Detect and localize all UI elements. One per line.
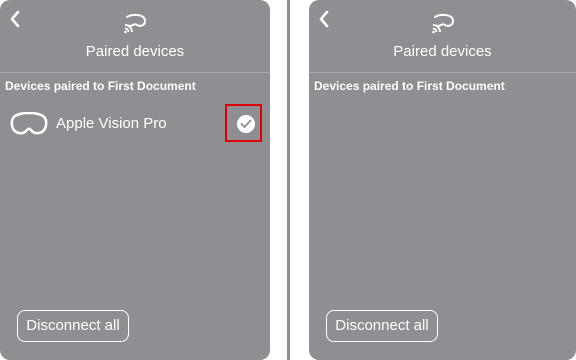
device-name: Apple Vision Pro [56,115,167,132]
disconnect-all-button[interactable]: Disconnect all [326,310,438,342]
screen-divider [287,0,290,360]
header-divider [309,72,576,73]
vision-cast-icon [431,13,454,34]
vision-pro-headset-icon [10,112,48,135]
section-label: Devices paired to First Document [5,79,196,93]
header-divider [0,72,270,73]
vision-cast-icon [124,13,147,34]
back-button[interactable] [316,9,334,29]
back-button[interactable] [7,9,25,29]
paired-devices-screen-after: Paired devices Devices paired to First D… [309,0,576,360]
chevron-left-icon [319,10,329,28]
selected-checkmark-icon[interactable] [237,115,255,133]
screen-title: Paired devices [85,43,185,60]
screen-title: Paired devices [393,43,492,60]
section-label: Devices paired to First Document [314,79,505,93]
device-row-apple-vision-pro[interactable]: Apple Vision Pro [0,104,270,144]
disconnect-all-button[interactable]: Disconnect all [17,310,129,342]
chevron-left-icon [10,10,20,28]
paired-devices-screen-before: Paired devices Devices paired to First D… [0,0,270,360]
